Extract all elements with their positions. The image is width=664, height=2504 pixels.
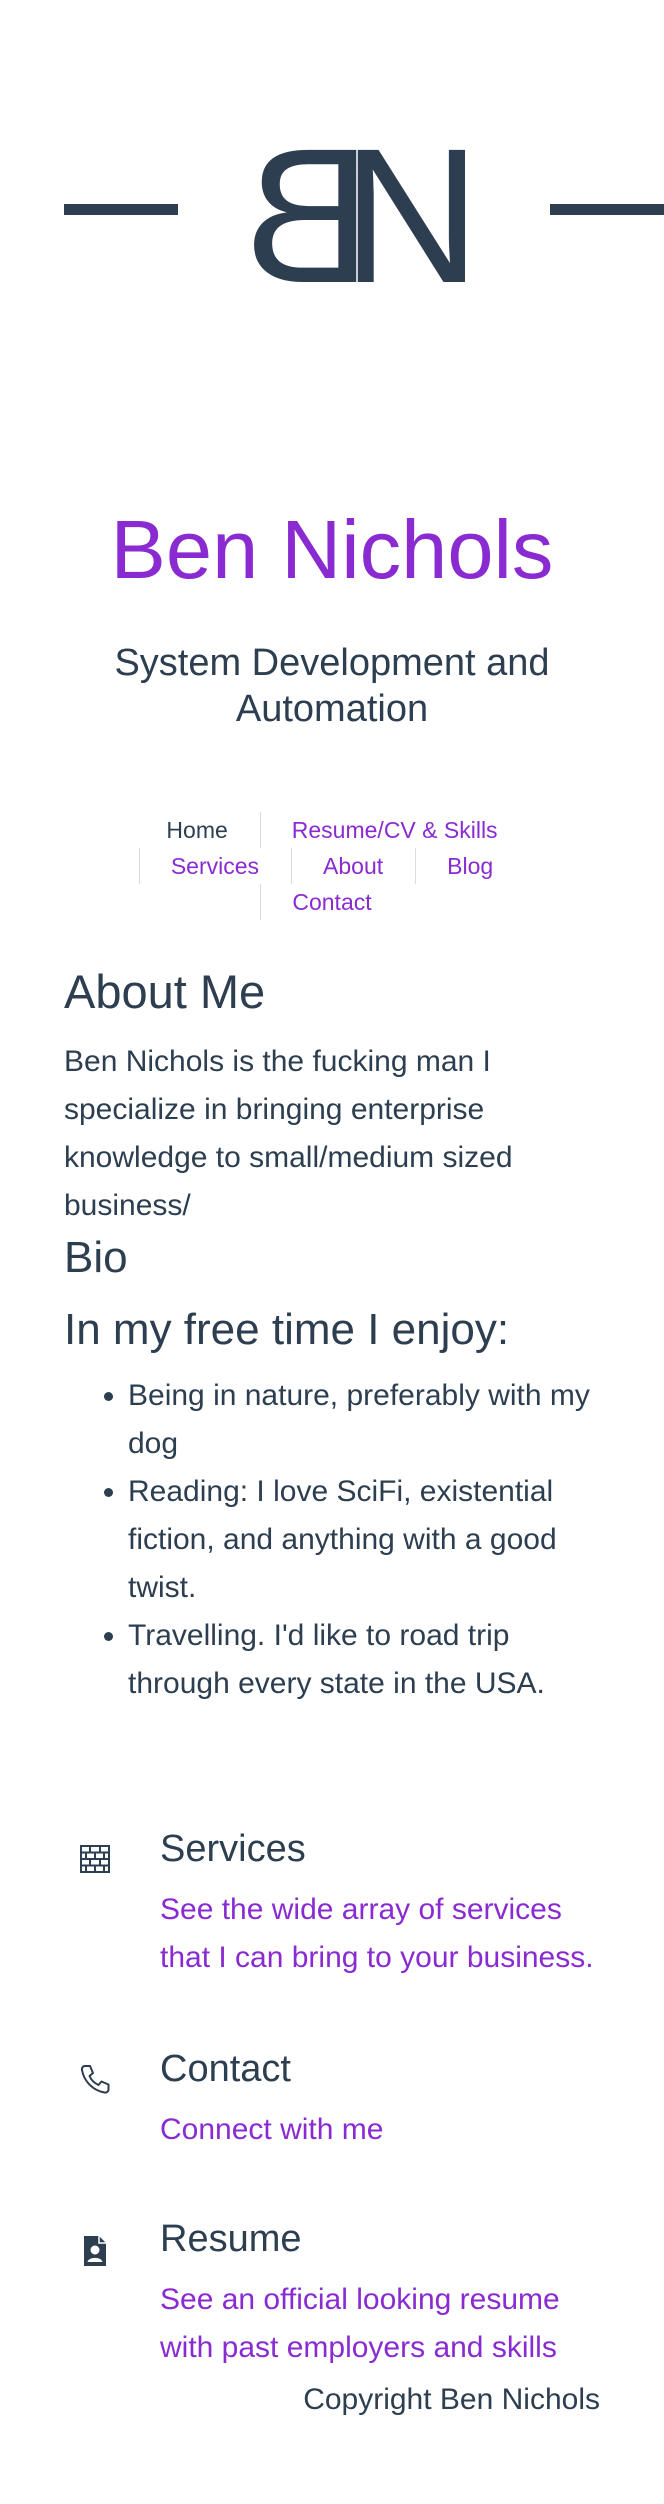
about-heading: About Me	[64, 965, 266, 1018]
site-logo[interactable]: B N	[0, 120, 664, 310]
hobby-list: Being in nature, preferably with my dog …	[64, 1372, 604, 1708]
copyright-text: Copyright Ben Nichols	[303, 2383, 600, 2416]
nav-item-resume[interactable]: Resume/CV & Skills	[259, 812, 530, 848]
feature-contact: Contact Connect with me	[64, 2046, 624, 2166]
feature-services: Services See the wide array of services …	[64, 1826, 624, 2026]
contact-link[interactable]: Connect with me	[160, 2106, 620, 2154]
list-item: Being in nature, preferably with my dog	[128, 1372, 604, 1468]
resume-icon	[84, 2236, 106, 2266]
nav-row: Home Resume/CV & Skills	[0, 812, 664, 848]
nav-item-about[interactable]: About	[291, 848, 415, 884]
list-item: Travelling. I'd like to road trip throug…	[128, 1612, 604, 1708]
bn-monogram-logo: B N	[254, 120, 481, 300]
logo-letter-n: N	[342, 120, 481, 300]
logo-left-rule	[64, 204, 178, 215]
feature-title: Services	[160, 1828, 306, 1870]
list-item: Reading: I love SciFi, existential ficti…	[128, 1468, 604, 1612]
bio-heading: Bio	[64, 1233, 128, 1282]
nav-row: Contact	[0, 884, 664, 920]
nav-item-services[interactable]: Services	[138, 848, 291, 884]
main-navigation: Home Resume/CV & Skills Services About B…	[0, 812, 664, 920]
site-title[interactable]: Ben Nichols	[0, 508, 664, 591]
feature-resume: Resume See an official looking resume wi…	[64, 2216, 624, 2376]
feature-title: Contact	[160, 2048, 291, 2090]
about-text: Ben Nichols is the fucking man I special…	[64, 1045, 513, 1222]
phone-icon	[80, 2065, 110, 2094]
nav-item-home[interactable]: Home	[134, 812, 259, 848]
feature-title: Resume	[160, 2218, 302, 2260]
bricks-icon	[80, 1845, 110, 1873]
nav-item-contact[interactable]: Contact	[260, 884, 403, 920]
site-tagline: System Development and Automation	[114, 642, 550, 730]
services-link[interactable]: See the wide array of services that I ca…	[160, 1886, 620, 1982]
logo-right-rule	[550, 204, 664, 215]
free-time-heading: In my free time I enjoy:	[64, 1305, 510, 1354]
resume-link[interactable]: See an official looking resume with past…	[160, 2276, 620, 2372]
nav-row: Services About Blog	[0, 848, 664, 884]
nav-item-blog[interactable]: Blog	[415, 848, 525, 884]
